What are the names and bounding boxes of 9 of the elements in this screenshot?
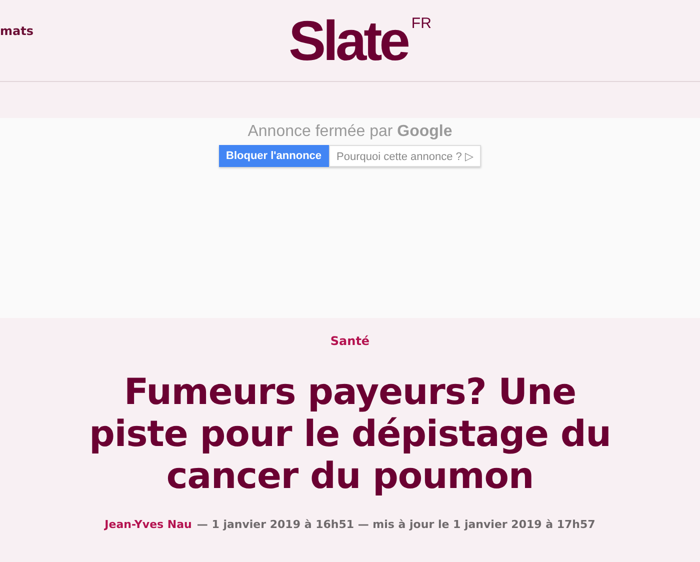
article-title: Fumeurs payeurs? Une piste pour le dépistage du cancer du poumon (88, 372, 612, 498)
category-link[interactable]: Santé (330, 334, 370, 348)
block-ad-button[interactable]: Bloquer l'annonce (219, 145, 329, 167)
article-date: — 1 janvier 2019 à 16h51 — mis à jour le 1 janvier 2019 à 17h57 (196, 518, 596, 531)
why-this-ad-button[interactable]: Pourquoi cette annonce ? ▷ (328, 145, 481, 167)
site-logo[interactable]: Slate$^{FR}$ (288, 12, 432, 68)
ad-closed-message: Annonce fermée par Google (248, 123, 452, 141)
nav-link[interactable]: mats (0, 24, 34, 38)
author-link[interactable]: Jean-Yves Nau (104, 518, 192, 531)
